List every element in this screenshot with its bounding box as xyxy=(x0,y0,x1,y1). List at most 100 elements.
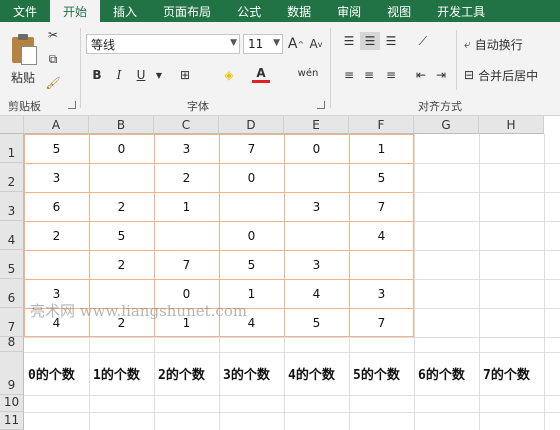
cell-f7[interactable]: 7 xyxy=(349,308,414,337)
row-header-6[interactable]: 6 xyxy=(0,279,24,308)
cell-e1[interactable]: 0 xyxy=(284,134,349,163)
scissors-icon[interactable]: ✂ xyxy=(44,26,62,44)
align-center-icon[interactable]: ≡ xyxy=(360,66,378,84)
cell-f4[interactable]: 4 xyxy=(349,221,414,250)
cell-f9[interactable]: 5的个数 xyxy=(349,352,414,395)
row-header-7[interactable]: 7 xyxy=(0,308,24,337)
increase-indent-icon[interactable]: ⇥ xyxy=(432,66,450,84)
tab-developer[interactable]: 开发工具 xyxy=(424,0,498,22)
clipboard-launcher-icon[interactable] xyxy=(68,101,76,109)
tab-file[interactable]: 文件 xyxy=(0,0,50,22)
tab-view[interactable]: 视图 xyxy=(374,0,424,22)
orientation-icon[interactable]: ⟋ xyxy=(414,32,432,50)
cell-e9[interactable]: 4的个数 xyxy=(284,352,349,395)
cell-a2[interactable]: 3 xyxy=(24,163,89,192)
cell-a9[interactable]: 0的个数 xyxy=(24,352,89,395)
shrink-font-icon[interactable]: Av xyxy=(307,35,325,53)
tab-page-layout[interactable]: 页面布局 xyxy=(150,0,224,22)
wrap-text-icon: ⤶ xyxy=(464,36,471,51)
align-middle-icon[interactable]: ☰ xyxy=(360,32,380,50)
column-header-h[interactable]: H xyxy=(479,116,544,134)
cell-d4[interactable]: 0 xyxy=(219,221,284,250)
decrease-indent-icon[interactable]: ⇤ xyxy=(412,66,430,84)
cell-d2[interactable]: 0 xyxy=(219,163,284,192)
cell-e5[interactable]: 3 xyxy=(284,250,349,279)
font-group-label: 字体 xyxy=(187,100,209,113)
cell-a3[interactable]: 6 xyxy=(24,192,89,221)
align-left-icon[interactable]: ≡ xyxy=(340,66,358,84)
underline-button[interactable]: U xyxy=(132,66,150,84)
align-top-icon[interactable]: ☰ xyxy=(340,32,358,50)
cell-b5[interactable]: 2 xyxy=(89,250,154,279)
cell-b3[interactable]: 2 xyxy=(89,192,154,221)
tab-formulas[interactable]: 公式 xyxy=(224,0,274,22)
grow-font-icon[interactable]: A ^ xyxy=(287,35,305,53)
paste-button[interactable]: 粘贴 xyxy=(6,30,40,92)
tab-insert[interactable]: 插入 xyxy=(100,0,150,22)
cell-g9[interactable]: 6的个数 xyxy=(414,352,479,395)
cell-f2[interactable]: 5 xyxy=(349,163,414,192)
font-color-icon[interactable]: A xyxy=(252,65,270,83)
cell-b9[interactable]: 1的个数 xyxy=(89,352,154,395)
row-header-10[interactable]: 10 xyxy=(0,395,24,412)
align-right-icon[interactable]: ≡ xyxy=(382,66,400,84)
cell-f1[interactable]: 1 xyxy=(349,134,414,163)
cell-f3[interactable]: 7 xyxy=(349,192,414,221)
cell-h9[interactable]: 7的个数 xyxy=(479,352,544,395)
row-header-8[interactable]: 8 xyxy=(0,335,24,352)
clipboard-group-label: 剪贴板 xyxy=(8,100,41,113)
column-header-c[interactable]: C xyxy=(154,116,219,134)
cell-e6[interactable]: 4 xyxy=(284,279,349,308)
cell-c9[interactable]: 2的个数 xyxy=(154,352,219,395)
font-size-dropdown[interactable]: 11 ▼ xyxy=(243,34,283,54)
font-name-dropdown[interactable]: 等线 ▼ xyxy=(86,34,240,54)
column-header-g[interactable]: G xyxy=(414,116,479,134)
cell-c2[interactable]: 2 xyxy=(154,163,219,192)
column-header-a[interactable]: A xyxy=(24,116,89,134)
clipboard-icon xyxy=(12,33,37,65)
cell-a4[interactable]: 2 xyxy=(24,221,89,250)
cell-d9[interactable]: 3的个数 xyxy=(219,352,284,395)
format-painter-icon[interactable]: 🖌 xyxy=(44,74,62,92)
cell-b1[interactable]: 0 xyxy=(89,134,154,163)
row-header-9[interactable]: 9 xyxy=(0,352,24,395)
tab-home[interactable]: 开始 xyxy=(50,0,101,22)
copy-icon[interactable]: ⧉ xyxy=(44,50,62,68)
cell-e7[interactable]: 5 xyxy=(284,308,349,337)
tab-review[interactable]: 审阅 xyxy=(324,0,374,22)
font-launcher-icon[interactable] xyxy=(317,101,325,109)
cell-f6[interactable]: 3 xyxy=(349,279,414,308)
cell-d5[interactable]: 5 xyxy=(219,250,284,279)
column-header-b[interactable]: B xyxy=(89,116,154,134)
cell-a1[interactable]: 5 xyxy=(24,134,89,163)
cell-c3[interactable]: 1 xyxy=(154,192,219,221)
row-header-4[interactable]: 4 xyxy=(0,221,24,250)
borders-icon[interactable]: ⊞ xyxy=(176,66,194,84)
row-header-5[interactable]: 5 xyxy=(0,250,24,279)
cell-c5[interactable]: 7 xyxy=(154,250,219,279)
merge-center-button[interactable]: ⊟ 合并后居中 xyxy=(464,65,538,85)
italic-button[interactable]: I xyxy=(110,66,128,84)
column-header-d[interactable]: D xyxy=(219,116,284,134)
column-header-f[interactable]: F xyxy=(349,116,414,134)
font-name-value: 等线 xyxy=(91,37,116,52)
row-header-3[interactable]: 3 xyxy=(0,192,24,221)
cell-b4[interactable]: 5 xyxy=(89,221,154,250)
row-header-2[interactable]: 2 xyxy=(0,163,24,192)
bold-button[interactable]: B xyxy=(88,66,106,84)
select-all-corner[interactable] xyxy=(0,116,24,134)
merge-center-icon: ⊟ xyxy=(464,68,475,82)
wrap-text-button[interactable]: ⤶ 自动换行 xyxy=(464,34,523,54)
align-bottom-icon[interactable]: ☰ xyxy=(382,32,400,50)
chevron-down-icon[interactable]: ▼ xyxy=(150,66,168,84)
fill-color-icon[interactable]: ◈ xyxy=(220,66,238,84)
cell-d1[interactable]: 7 xyxy=(219,134,284,163)
row-header-1[interactable]: 1 xyxy=(0,134,24,163)
row-header-11[interactable]: 11 xyxy=(0,412,24,430)
column-header-e[interactable]: E xyxy=(284,116,349,134)
phonetic-icon[interactable]: wén xyxy=(296,64,320,82)
tab-data[interactable]: 数据 xyxy=(274,0,324,22)
cell-c1[interactable]: 3 xyxy=(154,134,219,163)
ribbon-home: 粘贴 ✂ ⧉ 🖌 剪贴板 等线 ▼ 11 ▼ A ^ Av B I U ▼ ⊞ ◈… xyxy=(0,22,560,116)
cell-e3[interactable]: 3 xyxy=(284,192,349,221)
